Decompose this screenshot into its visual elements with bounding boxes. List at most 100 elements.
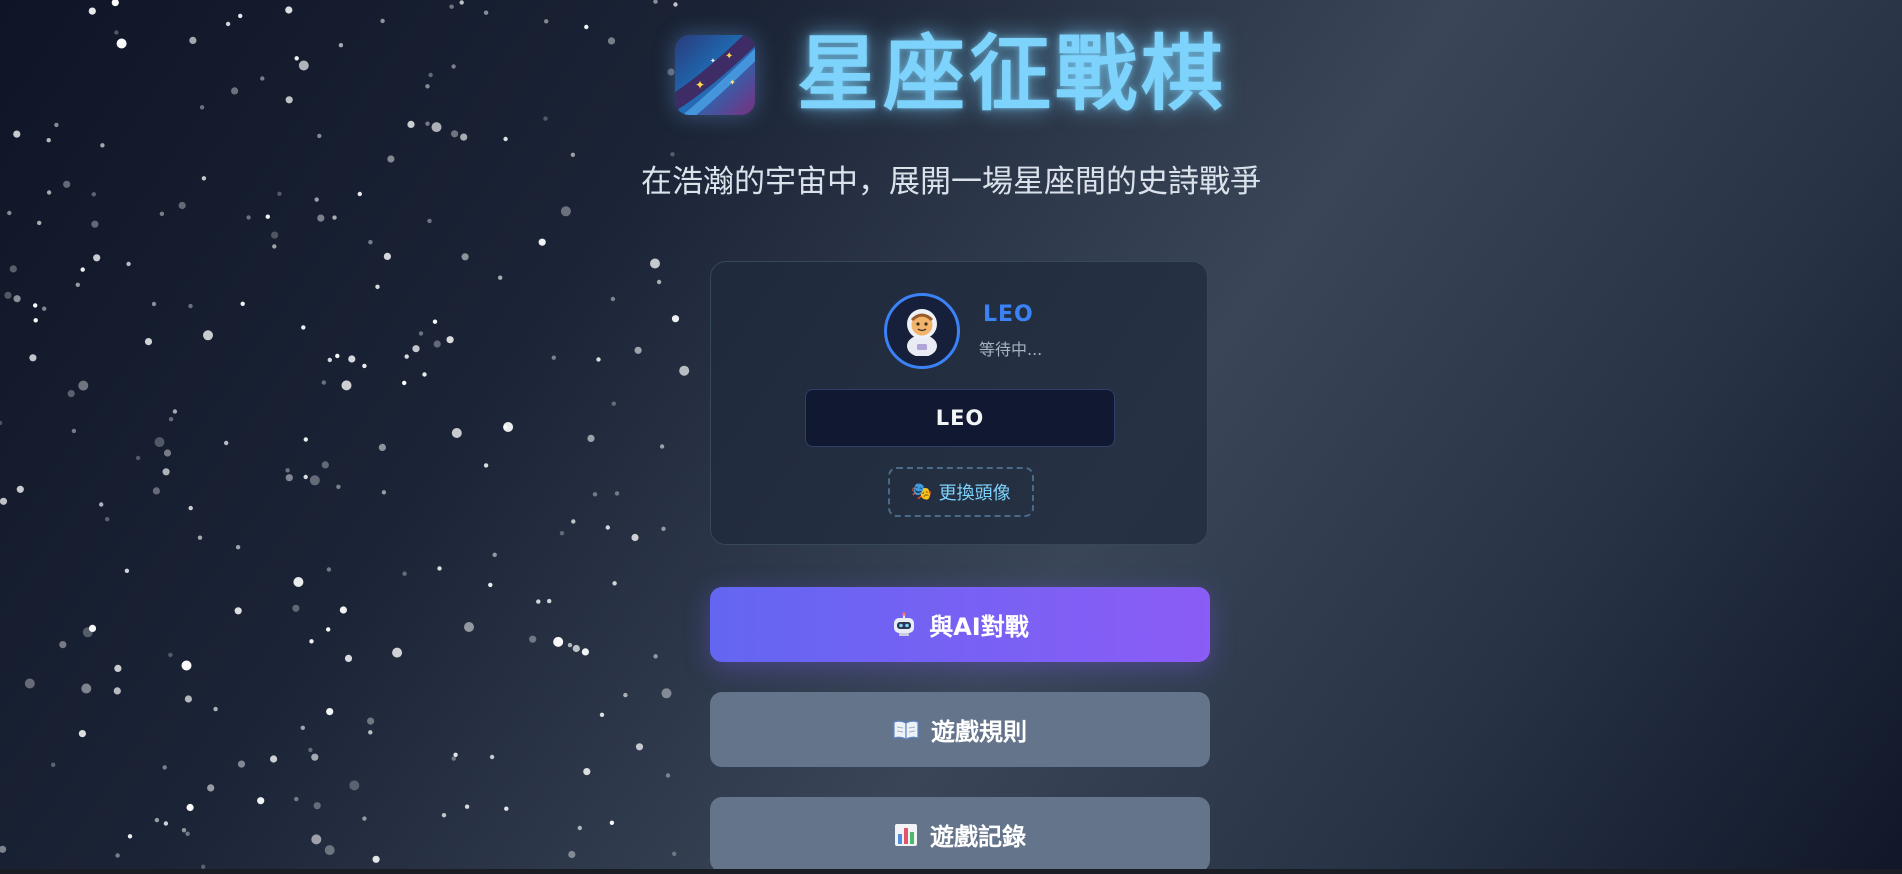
star bbox=[483, 463, 489, 468]
star bbox=[80, 267, 85, 272]
star bbox=[285, 468, 290, 473]
star bbox=[265, 214, 270, 219]
star bbox=[504, 806, 509, 811]
star bbox=[51, 762, 56, 767]
star bbox=[172, 409, 178, 414]
star bbox=[91, 220, 99, 228]
star bbox=[609, 820, 615, 825]
star bbox=[185, 831, 190, 836]
star bbox=[207, 784, 215, 792]
star bbox=[392, 647, 403, 658]
game-rules-button[interactable]: 遊戲規則 bbox=[710, 692, 1210, 767]
ai-battle-button[interactable]: 與AI對戰 bbox=[710, 587, 1210, 662]
star bbox=[368, 730, 373, 735]
star bbox=[464, 804, 470, 809]
star bbox=[659, 444, 665, 449]
star bbox=[311, 834, 322, 845]
player-name: LEO bbox=[983, 302, 1034, 327]
star bbox=[503, 136, 508, 142]
star bbox=[272, 244, 277, 249]
star bbox=[309, 475, 320, 486]
star bbox=[126, 261, 131, 267]
star bbox=[544, 19, 549, 24]
star bbox=[503, 424, 508, 430]
star bbox=[293, 577, 304, 587]
star bbox=[240, 301, 245, 306]
star bbox=[402, 571, 407, 576]
star bbox=[653, 654, 658, 659]
star bbox=[178, 201, 186, 210]
star bbox=[203, 330, 213, 341]
game-history-button[interactable]: 遊戲記錄 bbox=[710, 797, 1210, 872]
star bbox=[4, 291, 12, 299]
bar-chart-icon bbox=[894, 823, 918, 847]
avatar[interactable] bbox=[884, 293, 960, 369]
star bbox=[378, 443, 386, 451]
star bbox=[152, 487, 160, 495]
star bbox=[327, 357, 332, 363]
star bbox=[78, 730, 86, 738]
star bbox=[13, 295, 21, 303]
star bbox=[237, 760, 246, 768]
bottom-edge bbox=[0, 869, 1902, 874]
star bbox=[294, 796, 299, 802]
star bbox=[0, 420, 3, 426]
star bbox=[24, 678, 35, 689]
star bbox=[37, 220, 42, 226]
star bbox=[407, 120, 415, 128]
star bbox=[100, 143, 105, 148]
star bbox=[88, 7, 96, 15]
star bbox=[368, 240, 373, 245]
star bbox=[402, 380, 407, 386]
star bbox=[317, 133, 322, 139]
star bbox=[188, 505, 193, 511]
star bbox=[383, 252, 391, 260]
star bbox=[324, 845, 335, 856]
star bbox=[16, 485, 24, 493]
star bbox=[605, 525, 610, 530]
player-name-input[interactable] bbox=[805, 389, 1115, 447]
star bbox=[431, 122, 442, 133]
page-subtitle: 在浩瀚的宇宙中，展開一場星座間的史詩戰爭 bbox=[641, 164, 1261, 200]
star bbox=[335, 353, 340, 359]
star bbox=[309, 639, 314, 644]
star bbox=[257, 797, 265, 805]
star bbox=[285, 6, 293, 14]
theater-masks-icon: 🎭 bbox=[911, 482, 933, 502]
star bbox=[656, 279, 662, 285]
star bbox=[78, 380, 89, 391]
star bbox=[235, 545, 241, 550]
star bbox=[577, 825, 582, 831]
star bbox=[362, 816, 367, 821]
change-avatar-button[interactable]: 🎭 更換頭像 bbox=[888, 467, 1034, 517]
star bbox=[567, 642, 573, 648]
page-title: 星座征戰棋 bbox=[796, 27, 1227, 122]
star bbox=[163, 821, 169, 826]
star bbox=[285, 474, 293, 482]
star bbox=[341, 380, 352, 391]
star bbox=[553, 636, 564, 647]
star bbox=[461, 253, 469, 261]
star bbox=[344, 654, 353, 663]
star bbox=[614, 491, 620, 496]
galaxy-icon: ✦ ✦ ✦ ✦ bbox=[674, 35, 755, 115]
open-book-icon bbox=[893, 719, 919, 741]
star bbox=[308, 747, 313, 753]
star bbox=[612, 581, 617, 586]
svg-text:✦: ✦ bbox=[710, 57, 716, 65]
star bbox=[33, 318, 38, 323]
star bbox=[568, 850, 576, 859]
star bbox=[529, 635, 537, 643]
star bbox=[583, 768, 591, 776]
star bbox=[433, 340, 441, 348]
star bbox=[0, 497, 8, 505]
star bbox=[679, 365, 690, 376]
star bbox=[498, 275, 503, 280]
star bbox=[181, 660, 192, 671]
star bbox=[162, 765, 167, 770]
star bbox=[665, 773, 671, 778]
star bbox=[321, 380, 326, 385]
star bbox=[154, 817, 160, 823]
star bbox=[7, 210, 12, 216]
star bbox=[326, 708, 334, 716]
